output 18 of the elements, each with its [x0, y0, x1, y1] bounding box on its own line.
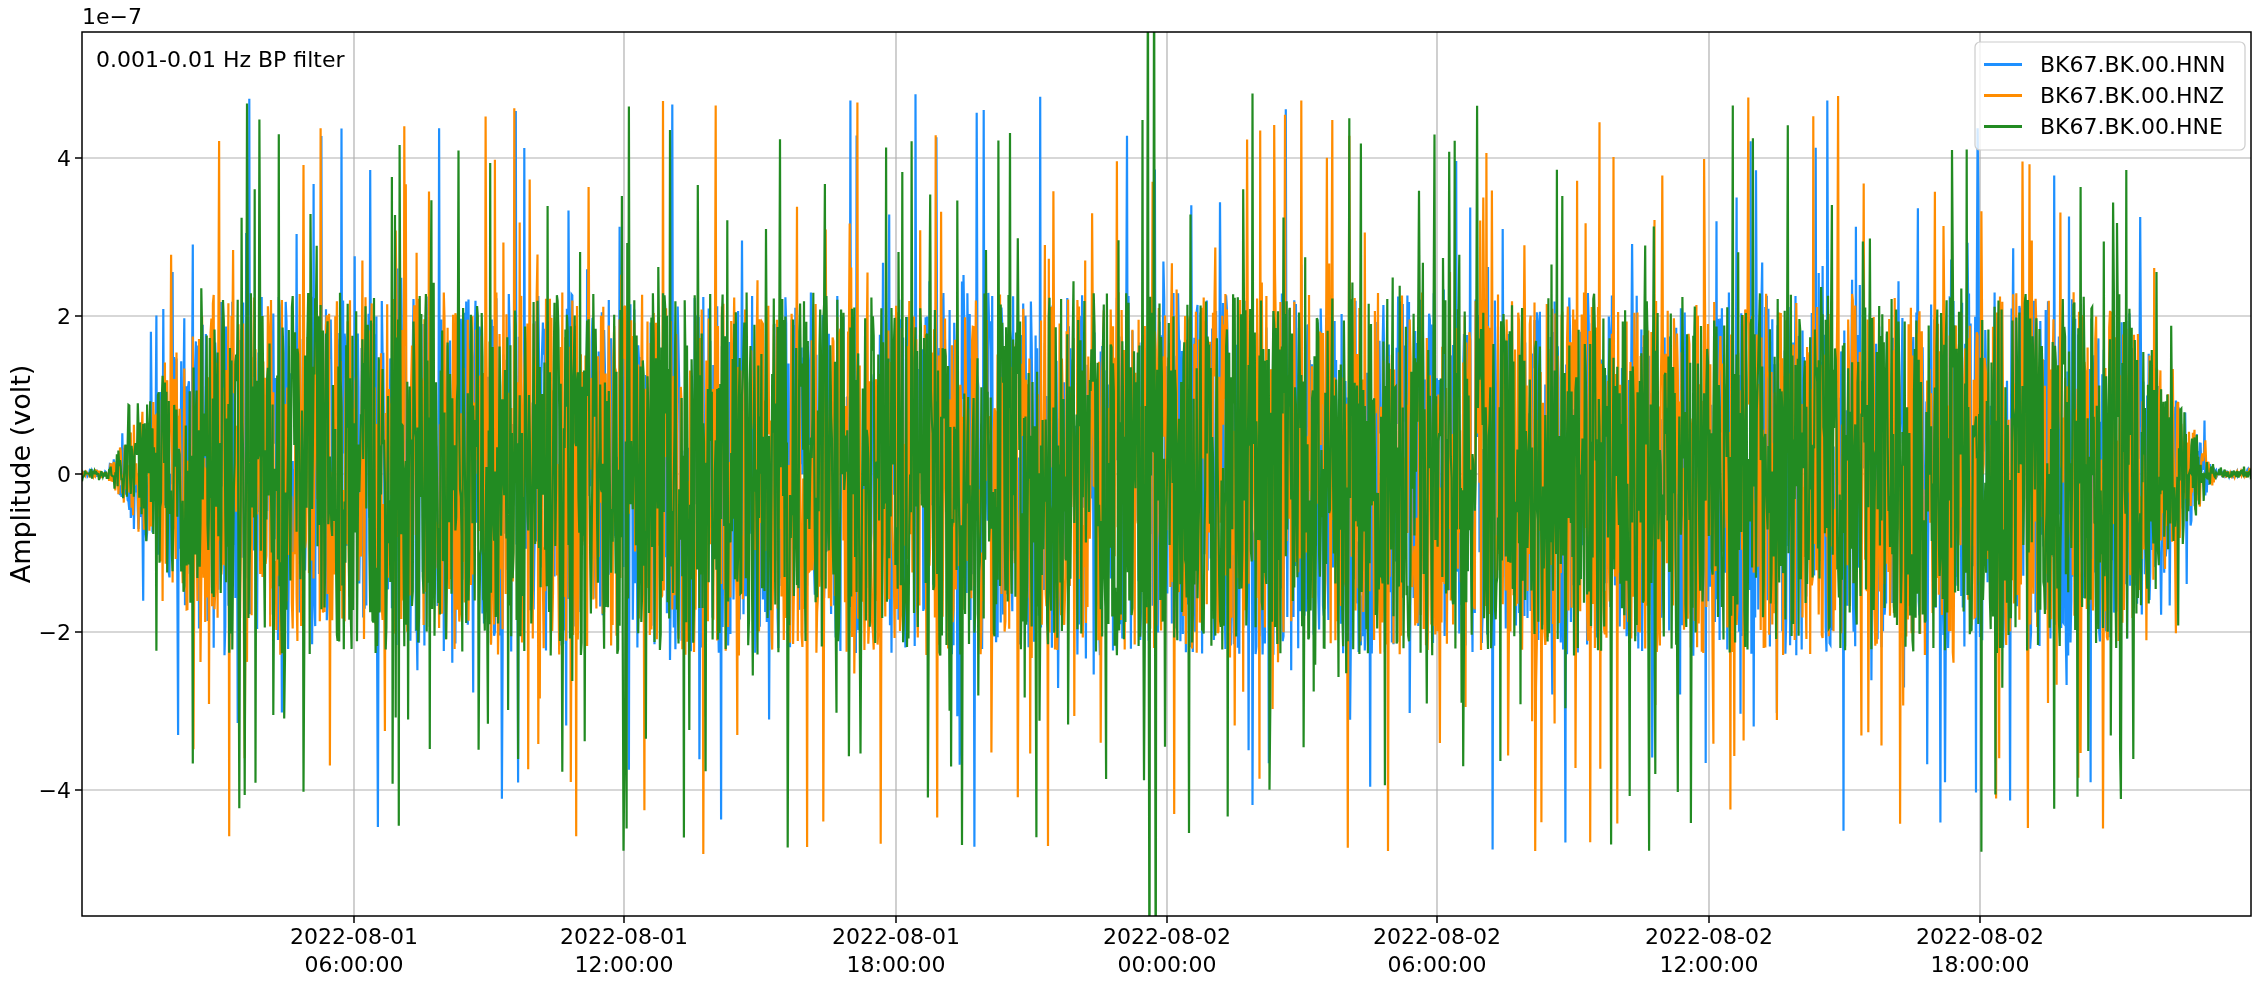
axis-title: Amplitude (volt) — [5, 364, 36, 584]
tick-label: 0 — [57, 462, 71, 487]
tick-label: 2022-08-01 06:00:00 — [290, 924, 418, 977]
tick-label: 2022-08-01 18:00:00 — [832, 924, 960, 977]
tick-label: 2 — [57, 304, 71, 329]
axis-exponent: 1e−7 — [82, 4, 142, 29]
tick-label: 2022-08-02 06:00:00 — [1373, 924, 1501, 977]
tick-label: 4 — [57, 146, 71, 171]
tick-label: 2022-08-02 18:00:00 — [1916, 924, 2044, 977]
tick-label: 2022-08-02 00:00:00 — [1103, 924, 1231, 977]
legend-label: BK67.BK.00.HNZ — [2040, 83, 2225, 108]
tick-label: −4 — [38, 778, 71, 803]
tick-label: 2022-08-01 12:00:00 — [560, 924, 688, 977]
legend-label: BK67.BK.00.HNE — [2040, 114, 2223, 139]
tick-label: 2022-08-02 12:00:00 — [1645, 924, 1773, 977]
tick-label: −2 — [38, 620, 71, 645]
filter-annotation: 0.001-0.01 Hz BP filter — [96, 47, 345, 72]
legend-label: BK67.BK.00.HNN — [2040, 52, 2226, 77]
